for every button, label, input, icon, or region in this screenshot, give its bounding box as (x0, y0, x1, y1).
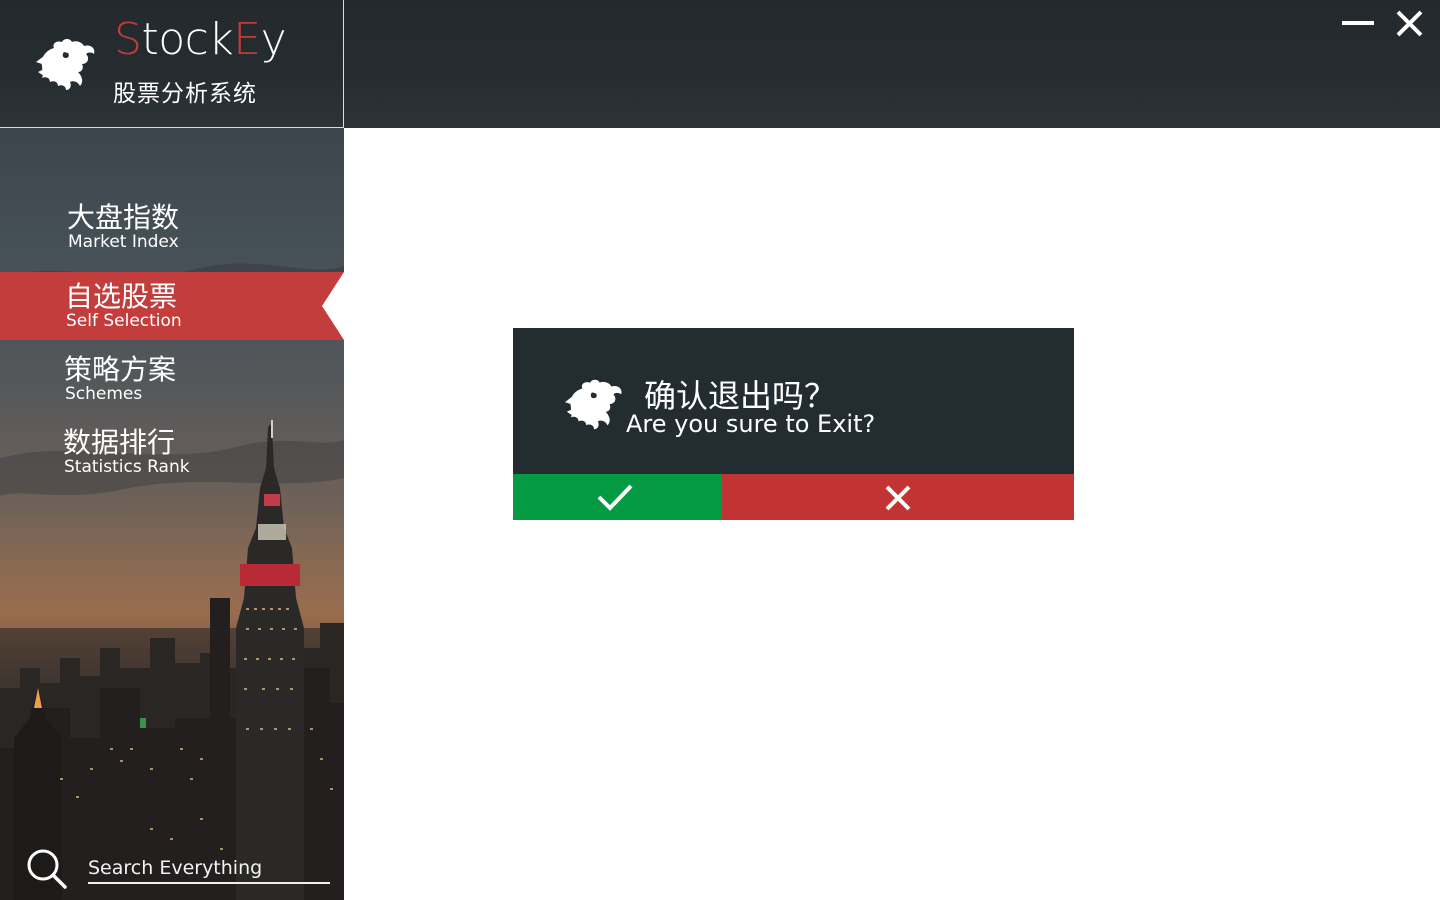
minimize-icon (1342, 21, 1374, 25)
sidebar-item-label-en: Self Selection (66, 311, 182, 331)
sidebar-item-self-selection[interactable]: 自选股票 Self Selection (0, 272, 344, 340)
dialog-title-zh: 确认退出吗？ (644, 377, 837, 415)
app-name-accent-s: S (114, 14, 142, 65)
search-input[interactable] (88, 854, 330, 884)
app-name-part-end: y (260, 14, 287, 65)
sidebar-item-label-en: Statistics Rank (64, 457, 190, 477)
sidebar-item-market-index[interactable]: 大盘指数 Market Index (0, 192, 344, 260)
sidebar-item-label-zh: 自选股票 (65, 280, 178, 313)
sidebar-item-label-zh: 数据排行 (63, 426, 176, 459)
app-name-part: tock (141, 14, 234, 65)
dragon-icon (564, 379, 622, 430)
active-indicator-notch (322, 272, 344, 340)
search-area (0, 840, 344, 900)
close-window-button[interactable] (1390, 6, 1430, 42)
dialog-title-en: Are you sure to Exit? (626, 410, 876, 438)
sidebar-item-label-en: Market Index (68, 232, 179, 252)
sidebar-item-label-zh: 策略方案 (64, 353, 177, 386)
sidebar: 大盘指数 Market Index 自选股票 Self Selection 策略… (0, 128, 344, 900)
cancel-exit-button[interactable] (722, 474, 1074, 520)
confirm-exit-button[interactable] (513, 474, 722, 520)
exit-confirm-dialog: 确认退出吗？ Are you sure to Exit? (513, 328, 1074, 520)
logo-area: StockEy 股票分析系统 (0, 0, 344, 128)
title-bar: StockEy 股票分析系统 (0, 0, 1440, 128)
sidebar-item-label-zh: 大盘指数 (67, 201, 180, 234)
check-icon (597, 484, 633, 511)
close-icon (1396, 10, 1423, 37)
close-icon (885, 485, 911, 511)
minimize-button[interactable] (1339, 6, 1379, 42)
app-name: StockEy (114, 18, 287, 62)
dragon-icon (36, 39, 95, 90)
search-icon[interactable] (24, 846, 68, 890)
sidebar-item-schemes[interactable]: 策略方案 Schemes (0, 344, 344, 412)
sidebar-item-label-en: Schemes (65, 384, 143, 404)
app-name-accent-e: E (233, 14, 261, 65)
app-subtitle: 股票分析系统 (113, 81, 257, 107)
sidebar-item-statistics-rank[interactable]: 数据排行 Statistics Rank (0, 418, 344, 486)
